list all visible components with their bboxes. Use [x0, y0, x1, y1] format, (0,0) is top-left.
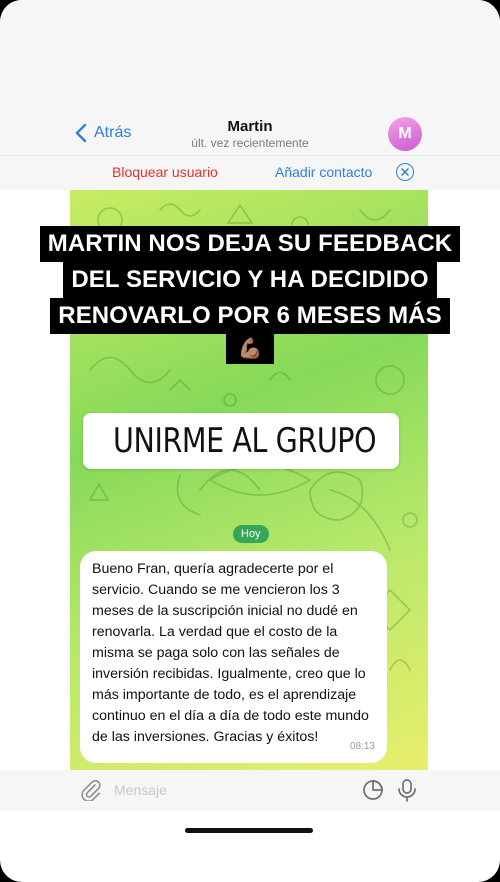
microphone-icon[interactable]	[396, 778, 418, 802]
contact-name[interactable]: Martin	[0, 118, 500, 135]
home-indicator[interactable]	[185, 828, 313, 833]
contact-actions-bar: Bloquear usuario Añadir contacto	[0, 155, 500, 189]
close-actions-button[interactable]	[396, 163, 414, 181]
close-icon	[401, 168, 409, 176]
chat-header: Atrás Martin últ. vez recientemente M Bl…	[0, 0, 500, 190]
flexed-biceps-icon: 💪🏽	[226, 334, 274, 364]
block-user-button[interactable]: Bloquear usuario	[112, 164, 218, 180]
paperclip-icon[interactable]	[80, 779, 102, 801]
add-contact-button[interactable]: Añadir contacto	[275, 164, 372, 180]
contact-status: últ. vez recientemente	[191, 136, 309, 150]
message-text: Bueno Fran, quería agradecerte por el se…	[92, 561, 369, 745]
message-bubble[interactable]: Bueno Fran, quería agradecerte por el se…	[80, 551, 387, 763]
join-group-label: UNIRME AL GRUPO	[113, 421, 377, 461]
caption-line-3: RENOVARLO POR 6 MESES MÁS	[50, 298, 450, 334]
caption-overlay: MARTIN NOS DEJA SU FEEDBACK DEL SERVICIO…	[0, 226, 500, 364]
join-group-button[interactable]: UNIRME AL GRUPO	[83, 413, 399, 469]
avatar[interactable]: M	[388, 117, 422, 151]
date-separator: Hoy	[233, 525, 269, 543]
caption-line-2: DEL SERVICIO Y HA DECIDIDO	[63, 262, 437, 298]
caption-line-1: MARTIN NOS DEJA SU FEEDBACK	[39, 226, 461, 262]
message-time: 08:13	[349, 741, 375, 752]
chat-screen: Atrás Martin últ. vez recientemente M Bl…	[0, 0, 500, 882]
sticker-icon[interactable]	[362, 779, 384, 801]
message-input[interactable]	[114, 778, 354, 802]
message-input-bar	[0, 770, 500, 810]
